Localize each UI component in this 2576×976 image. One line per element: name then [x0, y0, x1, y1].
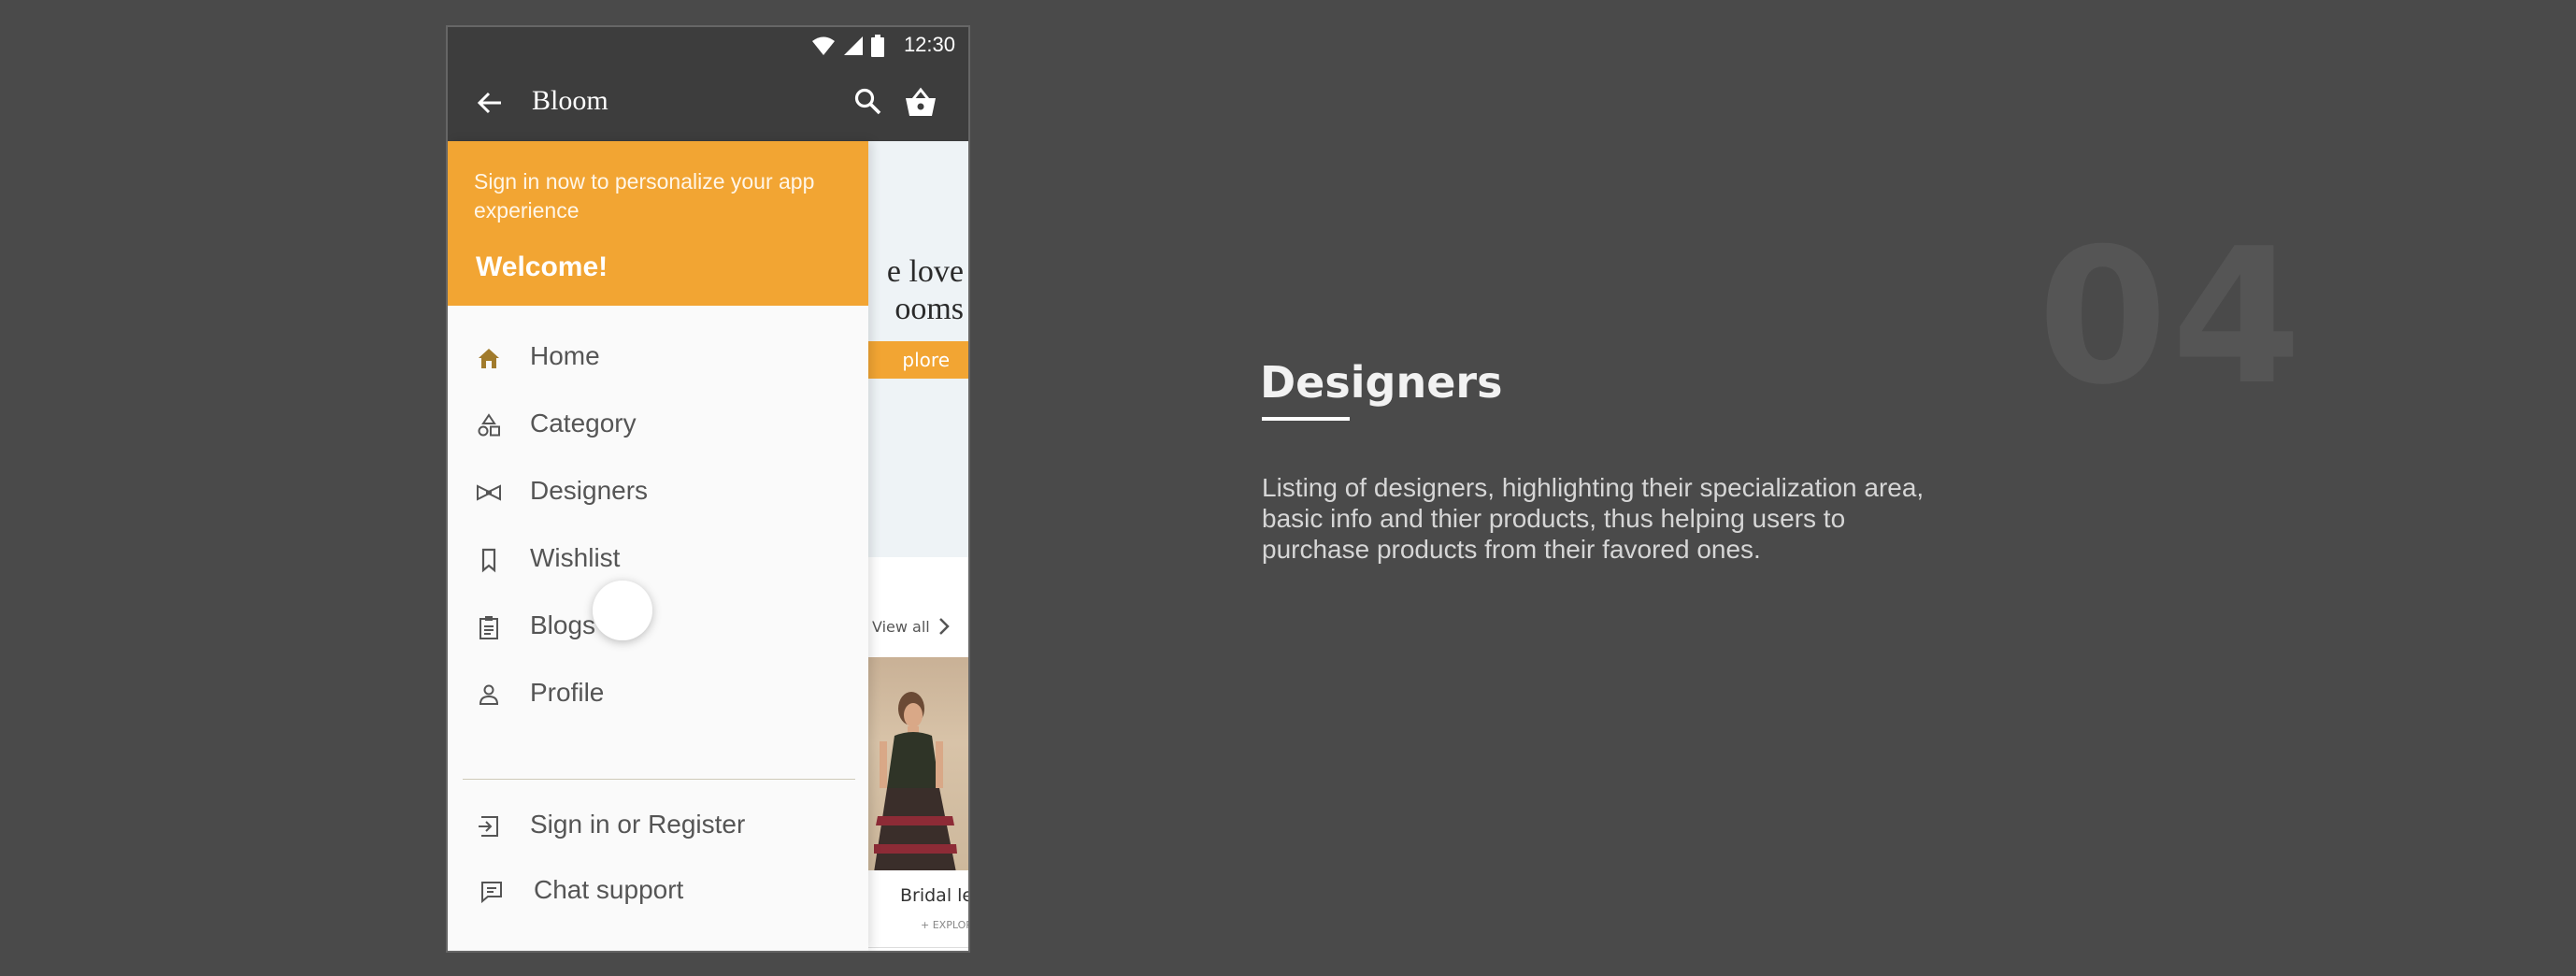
bookmark-icon — [481, 548, 496, 573]
app-bar: Bloom — [448, 65, 968, 141]
login-icon — [479, 816, 498, 837]
product-divider — [868, 947, 968, 948]
drawer-item-chat-support[interactable]: Chat support — [448, 864, 868, 920]
drawer-item-label: Designers — [530, 476, 649, 505]
drawer-item-designers[interactable]: Designers — [448, 465, 868, 521]
drawer-item-label: Wishlist — [530, 543, 621, 572]
status-time: 12:30 — [903, 33, 955, 56]
signin-prompt: Sign in now to personalize your app expe… — [474, 169, 815, 222]
drawer-item-sign-in[interactable]: Sign in or Register — [448, 798, 868, 854]
explore-button[interactable]: plore — [859, 341, 968, 379]
status-bar: 12:30 — [448, 27, 968, 65]
title-underline — [1262, 417, 1350, 421]
drawer-item-label: Home — [530, 341, 600, 370]
drawer-divider — [463, 779, 855, 780]
drawer-item-home[interactable]: Home — [448, 330, 868, 386]
battery-icon — [871, 35, 884, 57]
touch-indicator — [593, 581, 652, 640]
bowtie-icon — [477, 484, 501, 501]
drawer-item-label: Profile — [530, 678, 605, 707]
model-figure — [874, 692, 957, 870]
product-image[interactable] — [868, 657, 968, 870]
person-icon — [479, 684, 499, 705]
product-name: Bridal le — [900, 885, 968, 906]
wifi-icon — [812, 36, 835, 55]
home-icon — [479, 349, 499, 368]
drawer-item-label: Sign in or Register — [530, 810, 746, 839]
drawer-item-label: Blogs — [530, 610, 596, 639]
signal-icon — [844, 36, 863, 55]
back-arrow-icon[interactable] — [476, 89, 504, 117]
hero-banner: e love ooms plore — [859, 141, 968, 557]
view-all-label: View all — [872, 618, 930, 636]
basket-icon[interactable] — [904, 87, 937, 119]
search-icon[interactable] — [853, 87, 883, 117]
navigation-drawer: Sign in now to personalize your app expe… — [448, 141, 868, 951]
drawer-header[interactable]: Sign in now to personalize your app expe… — [448, 141, 868, 306]
slide-number: 04 — [2038, 208, 2306, 426]
drawer-item-label: Category — [530, 409, 637, 438]
drawer-item-category[interactable]: Category — [448, 397, 868, 453]
category-icon — [478, 413, 500, 437]
app-title: Bloom — [532, 85, 608, 116]
home-content: e love ooms plore View all Bridal le + E… — [859, 141, 968, 951]
status-icons — [811, 35, 884, 57]
drawer-item-blogs[interactable]: Blogs — [448, 599, 868, 655]
drawer-item-wishlist[interactable]: Wishlist — [448, 532, 868, 588]
phone-screen: 12:30 Bloom e love ooms plore View all B… — [448, 27, 968, 951]
chat-icon — [481, 882, 502, 904]
drawer-item-profile[interactable]: Profile — [448, 667, 868, 723]
welcome-text: Welcome! — [476, 251, 608, 282]
product-explore-link[interactable]: + EXPLOR — [921, 919, 968, 931]
chevron-right-icon — [939, 618, 950, 635]
drawer-item-label: Chat support — [534, 875, 684, 904]
section-description: Listing of designers, highlighting their… — [1262, 473, 1925, 564]
section-title: Designers — [1260, 357, 1503, 408]
clipboard-icon — [479, 616, 498, 639]
